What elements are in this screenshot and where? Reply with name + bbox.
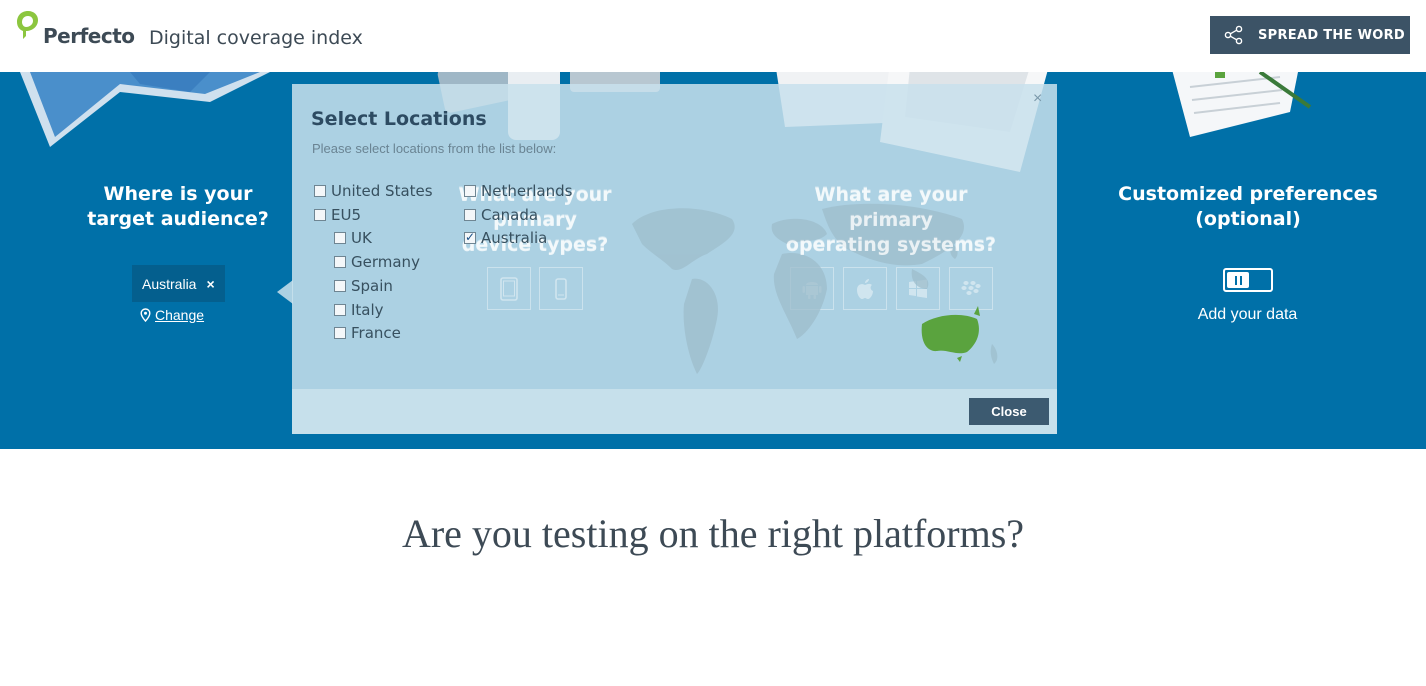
- brand-name: Perfecto: [43, 24, 135, 48]
- modal-pointer-arrow: [277, 280, 293, 304]
- modal-footer: [292, 389, 1057, 434]
- site-header: Perfecto Digital coverage index SPREAD T…: [0, 0, 1426, 72]
- location-label: Spain: [351, 277, 393, 295]
- location-label: Italy: [351, 301, 384, 319]
- spread-the-word-button[interactable]: SPREAD THE WORD: [1210, 16, 1410, 54]
- location-label: UK: [351, 229, 372, 247]
- location-pin-icon: [140, 308, 151, 322]
- checkbox[interactable]: [464, 209, 476, 221]
- checkbox[interactable]: [314, 185, 326, 197]
- location-label: Netherlands: [481, 182, 573, 200]
- add-your-data-label[interactable]: Add your data: [1160, 306, 1335, 324]
- checkbox[interactable]: [334, 232, 346, 244]
- location-label: Canada: [481, 206, 539, 224]
- site-subtitle: Digital coverage index: [149, 27, 363, 49]
- selected-location-label: Australia: [142, 275, 197, 292]
- modal-close-icon[interactable]: ×: [1033, 90, 1042, 108]
- custom-data-toggle[interactable]: [1223, 268, 1273, 292]
- location-label: United States: [331, 182, 433, 200]
- toggle-knob: [1227, 272, 1249, 288]
- checkbox[interactable]: [314, 209, 326, 221]
- location-option-canada[interactable]: Canada: [464, 206, 538, 224]
- checkbox[interactable]: [464, 185, 476, 197]
- location-option-united-states[interactable]: United States: [314, 182, 433, 200]
- change-location-link[interactable]: Change: [140, 307, 204, 323]
- share-icon: [1224, 25, 1243, 45]
- checkbox[interactable]: [334, 280, 346, 292]
- map-illustration: [20, 72, 270, 147]
- location-option-eu5[interactable]: EU5: [314, 206, 361, 224]
- location-option-italy[interactable]: Italy: [334, 301, 384, 319]
- close-button[interactable]: Close: [969, 398, 1049, 425]
- spread-the-word-label: SPREAD THE WORD: [1258, 27, 1406, 43]
- preferences-title-line1: Customized preferences: [1118, 183, 1378, 205]
- checkbox[interactable]: [334, 327, 346, 339]
- preferences-title-line2: (optional): [1195, 208, 1301, 230]
- modal-subtitle: Please select locations from the list be…: [312, 141, 557, 156]
- australia-highlight: [921, 314, 979, 354]
- location-option-netherlands[interactable]: Netherlands: [464, 182, 572, 200]
- operating-systems-title-overlay: What are your primary operating systems?: [770, 183, 1012, 258]
- audience-title-line1: Where is your: [103, 183, 253, 205]
- location-option-germany[interactable]: Germany: [334, 253, 420, 271]
- location-option-uk[interactable]: UK: [334, 229, 372, 247]
- modal-title: Select Locations: [311, 108, 487, 130]
- selected-location-tag: Australia ×: [132, 265, 225, 302]
- audience-title: Where is your target audience?: [60, 182, 296, 232]
- checkbox-checked[interactable]: [464, 230, 476, 244]
- location-option-spain[interactable]: Spain: [334, 277, 393, 295]
- location-option-australia[interactable]: Australia: [464, 229, 547, 247]
- audience-title-line2: target audience?: [87, 208, 269, 230]
- notepad-illustration: [1172, 72, 1312, 137]
- change-location-label: Change: [155, 307, 205, 323]
- select-locations-modal: What are your primary device types? What…: [292, 84, 1057, 434]
- remove-location-icon[interactable]: ×: [206, 276, 214, 292]
- location-option-france[interactable]: France: [334, 324, 401, 342]
- location-label: France: [351, 324, 401, 342]
- operating-systems-overlay-line1: What are your primary: [814, 184, 968, 231]
- preferences-title: Customized preferences (optional): [1110, 182, 1386, 232]
- operating-systems-overlay-line2: operating systems?: [785, 234, 997, 256]
- checkbox[interactable]: [334, 256, 346, 268]
- location-label: Australia: [481, 229, 548, 247]
- checkbox[interactable]: [334, 304, 346, 316]
- location-label: EU5: [331, 206, 361, 224]
- location-label: Germany: [351, 253, 420, 271]
- page-tagline: Are you testing on the right platforms?: [401, 511, 1025, 556]
- perfecto-leaf-icon: [17, 11, 38, 39]
